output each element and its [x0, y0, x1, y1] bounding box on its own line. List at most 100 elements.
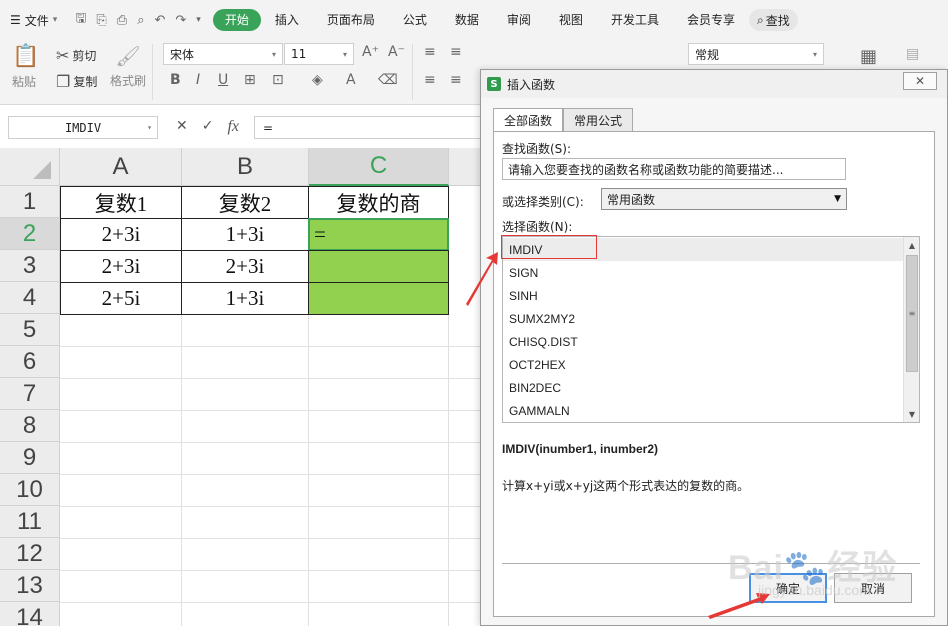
name-box[interactable]: IMDIV ▾: [8, 116, 158, 139]
scroll-down-icon[interactable]: ▼: [904, 406, 919, 422]
close-button[interactable]: ✕: [903, 72, 937, 90]
cell-a2[interactable]: 2+3i: [60, 218, 182, 251]
list-item[interactable]: CHISQ.DIST: [503, 330, 903, 353]
tab-member[interactable]: 会员专享: [673, 9, 749, 31]
tab-page-layout[interactable]: 页面布局: [313, 9, 389, 31]
tab-common-formulas[interactable]: 常用公式: [563, 108, 634, 131]
search-function-input[interactable]: 请输入您要查找的函数名称或函数功能的简要描述...: [502, 158, 846, 180]
export-pdf-icon[interactable]: ⎘: [96, 13, 106, 28]
chevron-down-icon: ▾: [812, 49, 817, 59]
conditional-format-icon[interactable]: ▤: [906, 46, 919, 62]
cancel-icon[interactable]: ✕: [176, 118, 188, 136]
tab-all-functions[interactable]: 全部函数: [493, 108, 564, 132]
undo-icon[interactable]: ↶: [154, 13, 165, 28]
font-size-select[interactable]: 11 ▾: [284, 43, 354, 65]
row-header[interactable]: 10: [0, 474, 60, 506]
tab-data[interactable]: 数据: [441, 9, 493, 31]
column-header-c[interactable]: C: [309, 148, 449, 186]
row-header[interactable]: 7: [0, 378, 60, 410]
align-center-icon[interactable]: ≡: [450, 72, 462, 88]
increase-font-icon[interactable]: A⁺: [362, 44, 379, 60]
table-style-icon[interactable]: ▦: [860, 46, 877, 67]
list-scrollbar[interactable]: ▲ ≡ ▼: [903, 237, 919, 422]
cell-b4[interactable]: 1+3i: [181, 282, 309, 315]
list-item[interactable]: SUMX2MY2: [503, 307, 903, 330]
number-format-select[interactable]: 常规 ▾: [688, 43, 824, 65]
bold-icon[interactable]: B: [170, 72, 181, 88]
row-header[interactable]: 8: [0, 410, 60, 442]
row-header[interactable]: 14: [0, 602, 60, 626]
paste-button[interactable]: 📋 粘贴: [12, 44, 39, 90]
tab-view[interactable]: 视图: [545, 9, 597, 31]
save-icon[interactable]: 🖫: [75, 9, 86, 31]
column-header-d[interactable]: [449, 148, 480, 186]
quick-access-toolbar: 🖫 ⎘ ⎙ ⌕ ↶ ↷ ▾: [67, 9, 209, 31]
scroll-up-icon[interactable]: ▲: [904, 237, 919, 253]
copy-button[interactable]: ❐ 复制: [56, 72, 97, 91]
fill-color-icon[interactable]: ◈: [312, 72, 323, 88]
cell-b2[interactable]: 1+3i: [181, 218, 309, 251]
tab-review[interactable]: 审阅: [493, 9, 545, 31]
dialog-tabs: 全部函数 常用公式: [493, 108, 634, 132]
row-header[interactable]: 9: [0, 442, 60, 474]
list-item[interactable]: SIGN: [503, 261, 903, 284]
print-preview-icon[interactable]: ⌕: [137, 13, 144, 28]
fx-icon[interactable]: fx: [227, 118, 239, 136]
cell-c3[interactable]: [308, 250, 449, 283]
row-header[interactable]: 3: [0, 250, 60, 282]
font-color-icon[interactable]: A: [346, 72, 356, 88]
row-header[interactable]: 6: [0, 346, 60, 378]
cell-a3[interactable]: 2+3i: [60, 250, 182, 283]
gridline: [60, 602, 480, 603]
cell-b1[interactable]: 复数2: [181, 186, 309, 219]
list-item[interactable]: BIN2DEC: [503, 376, 903, 399]
cell-a4[interactable]: 2+5i: [60, 282, 182, 315]
category-select[interactable]: 常用函数 ▼: [601, 188, 847, 210]
row-header[interactable]: 13: [0, 570, 60, 602]
file-menu[interactable]: ☰ 文件 ▾: [0, 0, 67, 40]
italic-icon[interactable]: I: [196, 72, 200, 88]
row-header[interactable]: 5: [0, 314, 60, 346]
list-item[interactable]: OCT2HEX: [503, 353, 903, 376]
redo-icon[interactable]: ↷: [175, 13, 186, 28]
tab-insert[interactable]: 插入: [261, 9, 313, 31]
tab-home[interactable]: 开始: [212, 9, 261, 31]
underline-icon[interactable]: U: [218, 72, 228, 88]
cell-b3[interactable]: 2+3i: [181, 250, 309, 283]
list-item[interactable]: GAMMALN: [503, 399, 903, 422]
column-header-b[interactable]: B: [182, 148, 309, 186]
function-list[interactable]: IMDIV SIGN SINH SUMX2MY2 CHISQ.DIST OCT2…: [502, 236, 920, 423]
menu-bar: ☰ 文件 ▾ 🖫 ⎘ ⎙ ⌕ ↶ ↷ ▾ 开始 插入 页面布局 公式 数据 审阅…: [0, 0, 948, 40]
format-painter-button[interactable]: 🖌 格式刷: [110, 44, 146, 89]
cell-c4[interactable]: [308, 282, 449, 315]
eraser-icon[interactable]: ⌫: [378, 72, 398, 88]
cell-c2[interactable]: =: [308, 218, 449, 251]
search-box[interactable]: ⌕ 查找: [748, 9, 798, 31]
print-icon[interactable]: ⎙: [117, 13, 127, 28]
select-all-corner[interactable]: [0, 148, 60, 186]
list-item[interactable]: SINH: [503, 284, 903, 307]
cell-c1[interactable]: 复数的商: [308, 186, 449, 219]
cut-button[interactable]: ✂ 剪切: [56, 46, 96, 65]
column-header-a[interactable]: A: [60, 148, 182, 186]
font-name-select[interactable]: 宋体 ▾: [163, 43, 283, 65]
formula-input[interactable]: =: [254, 116, 484, 139]
align-top-icon[interactable]: ≡: [424, 44, 436, 60]
row-header[interactable]: 11: [0, 506, 60, 538]
row-header[interactable]: 12: [0, 538, 60, 570]
cell-a1[interactable]: 复数1: [60, 186, 182, 219]
border-icon[interactable]: ⊞: [244, 72, 256, 88]
confirm-icon[interactable]: ✓: [202, 118, 214, 136]
row-header[interactable]: 1: [0, 186, 60, 218]
merge-icon[interactable]: ⊡: [272, 72, 284, 88]
tab-formulas[interactable]: 公式: [389, 9, 441, 31]
align-left-icon[interactable]: ≡: [424, 72, 436, 88]
row-header[interactable]: 2: [0, 218, 60, 250]
tab-developer[interactable]: 开发工具: [597, 9, 673, 31]
align-middle-icon[interactable]: ≡: [450, 44, 462, 60]
scroll-thumb[interactable]: ≡: [906, 255, 918, 372]
dialog-title-bar[interactable]: S 插入函数 ✕: [481, 70, 947, 98]
chevron-down-icon[interactable]: ▾: [196, 15, 201, 25]
decrease-font-icon[interactable]: A⁻: [388, 44, 405, 60]
row-header[interactable]: 4: [0, 282, 60, 314]
